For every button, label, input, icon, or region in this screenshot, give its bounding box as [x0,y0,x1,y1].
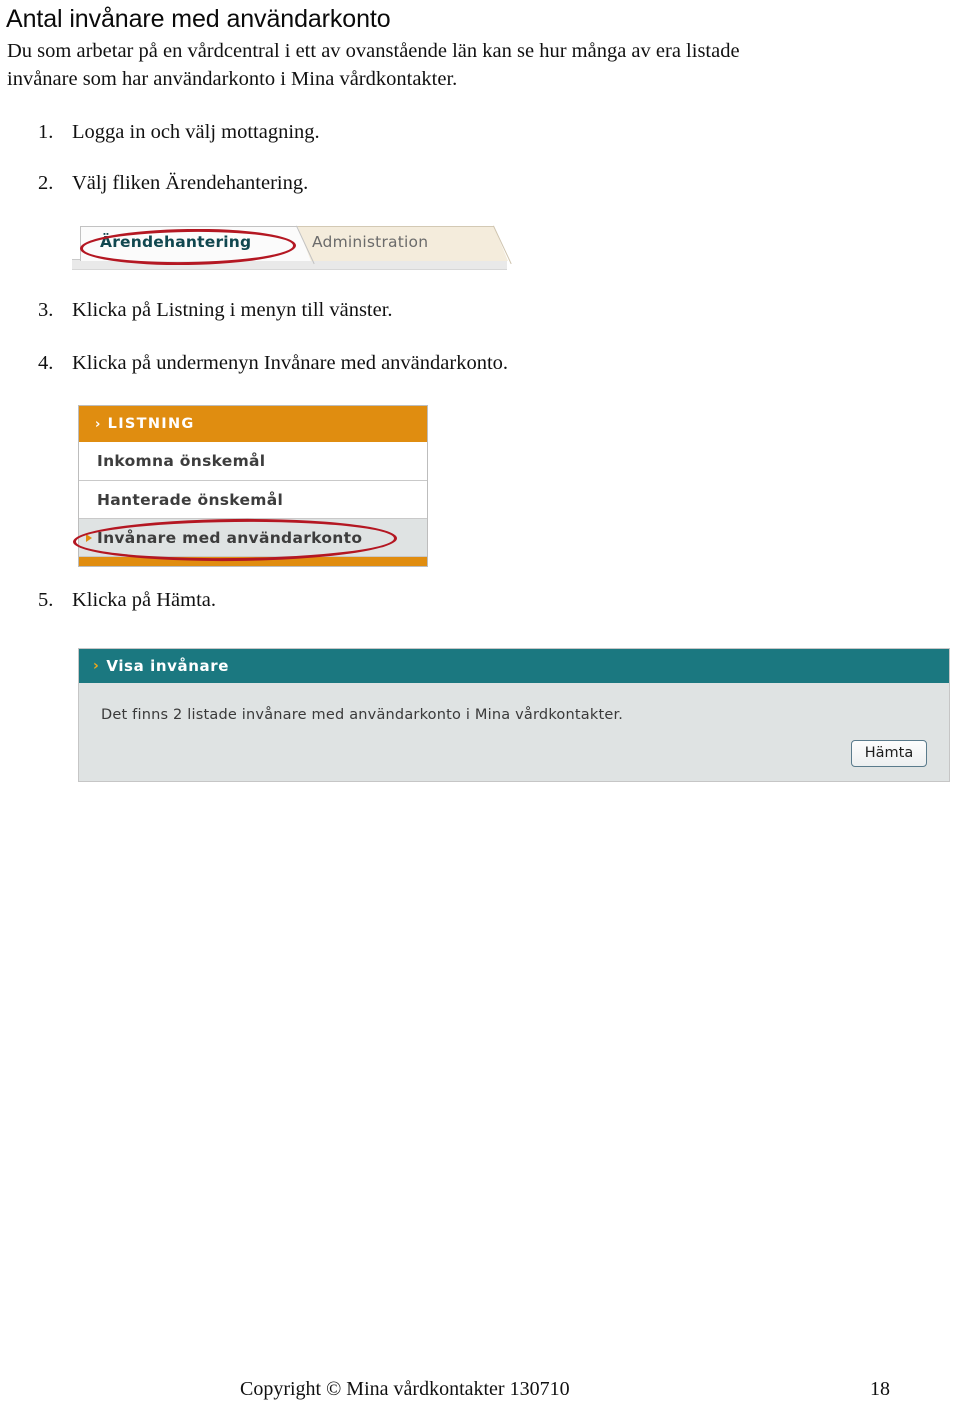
step-text-4: Klicka på undermenyn Invånare med använd… [72,352,509,374]
step-number-2: 2. [38,172,54,194]
step-text-1: Logga in och välj mottagning. [72,121,320,143]
tab-arendehantering[interactable]: Ärendehantering [80,225,315,265]
menu-item-invanare-med-anvandarkonto[interactable]: Invånare med användarkonto [79,518,427,556]
chevron-right-icon: › [95,416,102,432]
step-item-5: 5. Klicka på Hämta. [38,587,216,613]
step-item-3: 3. Klicka på Listning i menyn till vänste… [38,297,393,323]
panel-header-label: Visa invånare [106,657,230,675]
panel-result-text: Det finns 2 listade invånare med använda… [101,707,624,723]
step-text-5: Klicka på Hämta. [72,589,217,611]
step-text-2: Välj fliken Ärendehantering. [72,172,309,194]
visa-invanare-panel-screenshot: › Visa invånare Det finns 2 listade invå… [78,648,950,782]
step-item-1: 1. Logga in och välj mottagning. [38,119,320,145]
menu-item-hanterade-onskemal[interactable]: Hanterade önskemål [79,480,427,518]
tab-administration-label: Administration [312,233,429,251]
menu-header-label: LISTNING [107,416,195,432]
menu-item-label: Inkomna önskemål [97,452,266,470]
intro-line-2: invånare som har användarkonto i Mina vå… [7,68,458,90]
step-number-5: 5. [38,589,54,611]
panel-body: Det finns 2 listade invånare med använda… [79,683,949,781]
menu-item-label: Hanterade önskemål [97,490,284,509]
step-number-4: 4. [38,352,54,374]
step-number-3: 3. [38,299,54,321]
footer-page-number: 18 [870,1378,890,1400]
panel-header-visa-invanare: › Visa invånare [79,649,949,683]
tabs-screenshot: Administration Ärendehantering [72,225,512,272]
step-item-2: 2. Välj fliken Ärendehantering. [38,170,308,196]
page-title: Antal invånare med användarkonto [6,5,391,33]
hamta-button[interactable]: Hämta [851,740,927,767]
tab-administration[interactable]: Administration [290,225,512,265]
tab-administration-slant [474,226,508,261]
listning-menu-screenshot: › LISTNING Inkomna önskemål Hanterade ön… [72,405,428,567]
chevron-right-icon: › [93,658,100,674]
tab-arendehantering-label: Ärendehantering [100,233,252,251]
step-text-3: Klicka på Listning i menyn till vänster. [72,299,393,321]
step-item-4: 4. Klicka på undermenyn Invånare med anvä… [38,350,508,376]
intro-paragraph: Du som arbetar på en vårdcentral i ett a… [7,37,912,93]
footer-copyright: Copyright © Mina vårdkontakter 130710 [240,1378,570,1400]
arrow-bullet-icon [86,533,92,542]
menu-item-inkomna-onskemal[interactable]: Inkomna önskemål [79,442,427,480]
step-number-1: 1. [38,121,54,143]
menu-item-label: Invånare med användarkonto [97,528,363,547]
intro-line-1: Du som arbetar på en vårdcentral i ett a… [7,40,740,62]
menu-footer-bar [79,556,427,566]
menu-header-listning[interactable]: › LISTNING [79,406,427,442]
